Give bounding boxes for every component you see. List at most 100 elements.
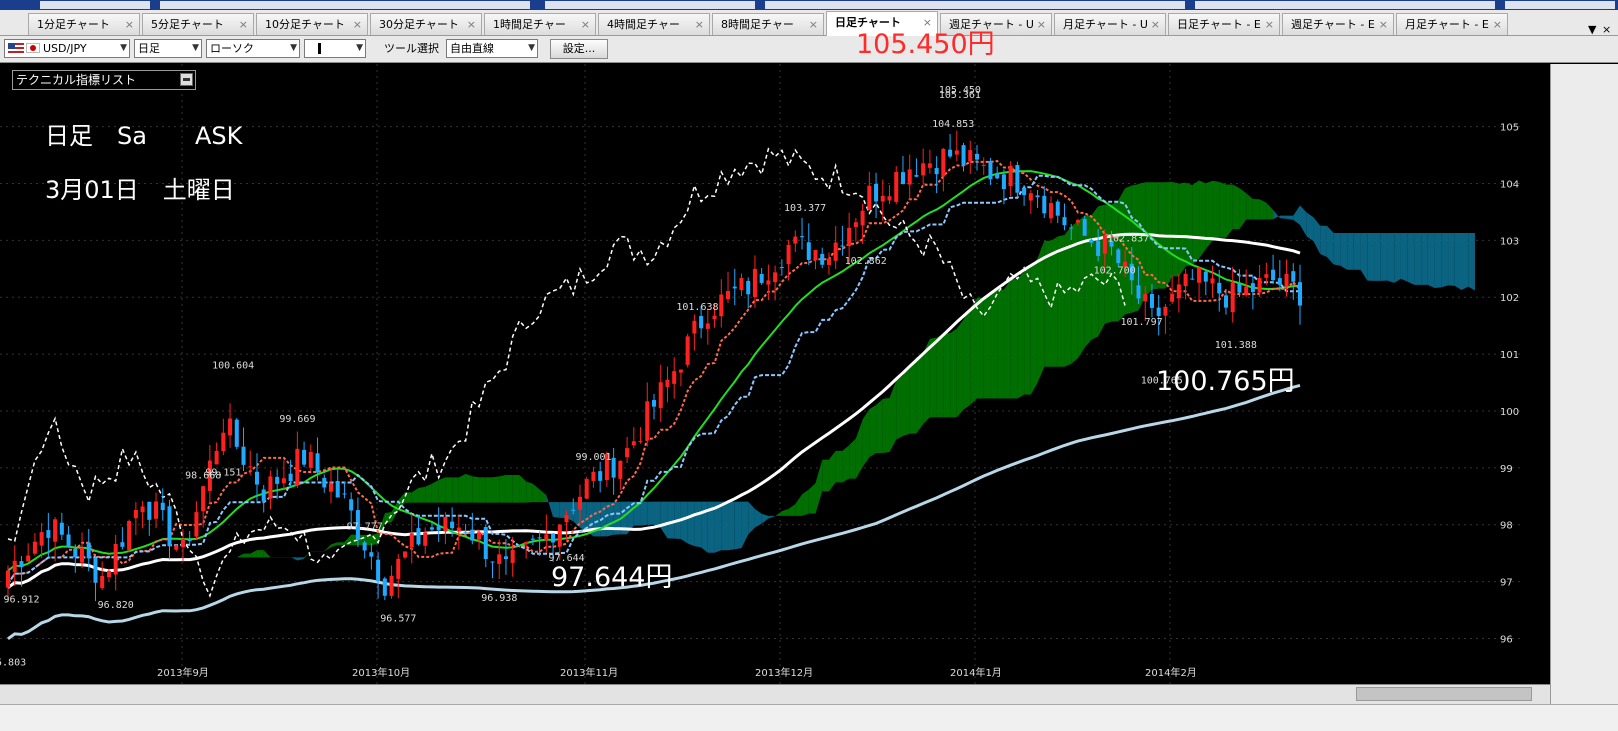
close-tab-icon[interactable]: × <box>1379 14 1388 35</box>
line-style-select[interactable]: ▼ <box>304 39 366 58</box>
tab-11[interactable]: 週足チャート - E × <box>1282 13 1394 35</box>
candle-body <box>1075 220 1080 223</box>
close-tab-icon[interactable]: × <box>695 14 704 35</box>
candle-body <box>281 478 286 484</box>
tab-9[interactable]: 月足チャート - U × <box>1054 13 1166 35</box>
ichimoku-cloud <box>990 289 998 399</box>
ichimoku-cloud <box>654 501 661 529</box>
tab-10[interactable]: 日足チャート - E × <box>1168 13 1280 35</box>
tab-2[interactable]: 10分足チャート × <box>256 13 368 35</box>
chart-area[interactable]: 96 97 98 99 100 101 102 103 104 105 2013年9月 2013年10… <box>0 64 1550 684</box>
close-tab-icon[interactable]: × <box>1037 14 1046 35</box>
tab-4[interactable]: 1時間足チャー × <box>484 13 596 35</box>
symbol-select[interactable]: USD/JPY ▼ <box>4 39 130 58</box>
y-tick-label: 97 <box>1500 578 1513 589</box>
candle-body <box>867 185 872 210</box>
chart-style-select[interactable]: ローソク ▼ <box>206 39 300 58</box>
candle-body <box>1096 240 1101 257</box>
price-annotation: 100.604 <box>212 361 254 372</box>
candle-body <box>1250 283 1255 293</box>
candle-body <box>880 195 885 202</box>
price-annotation: 102.837 <box>1107 234 1149 245</box>
ichimoku-cloud <box>1320 225 1327 258</box>
close-window-icon[interactable]: × <box>1602 23 1611 36</box>
ichimoku-cloud <box>1313 217 1321 254</box>
candle-body <box>362 542 367 551</box>
close-tab-icon[interactable]: × <box>467 14 476 35</box>
close-tab-icon[interactable]: × <box>581 14 590 35</box>
close-tab-icon[interactable]: × <box>125 14 134 35</box>
candle-body <box>598 471 603 481</box>
close-tab-icon[interactable]: × <box>1151 14 1160 35</box>
ichimoku-cloud <box>660 501 668 539</box>
jp-flag-icon <box>26 43 40 53</box>
price-chart[interactable]: 96 97 98 99 100 101 102 103 104 105 2013年9月 2013年10… <box>0 64 1550 684</box>
horizontal-scrollbar[interactable] <box>0 684 1550 704</box>
candle-body <box>719 294 724 317</box>
close-tab-icon[interactable]: × <box>1265 14 1274 35</box>
settings-button[interactable]: 設定... <box>550 39 608 59</box>
tab-menu-icon[interactable]: ▼ <box>1588 23 1596 36</box>
candle-body <box>53 519 58 542</box>
high-price-label: 105.450円 <box>856 29 995 60</box>
ichimoku-cloud <box>1400 233 1408 282</box>
minimize-icon[interactable] <box>180 73 193 86</box>
tab-6[interactable]: 8時間足チャー × <box>712 13 824 35</box>
tool-select[interactable]: 自由直線 ▼ <box>446 39 538 58</box>
ichimoku-cloud <box>1380 233 1388 281</box>
candle-body <box>759 273 764 283</box>
candle-body <box>1217 282 1222 294</box>
indicator-list-box[interactable]: テクニカル指標リスト <box>12 70 196 90</box>
candle-body <box>651 400 657 407</box>
candle-body <box>80 547 85 563</box>
candle-body <box>167 506 172 547</box>
candle-body <box>995 173 1000 179</box>
candle-body <box>1264 274 1269 278</box>
candle-body <box>793 236 798 244</box>
candle-body <box>1277 278 1282 285</box>
tab-label: 5分足チャート <box>151 18 224 31</box>
ichimoku-cloud <box>1279 215 1287 219</box>
chevron-down-icon: ▼ <box>192 43 199 53</box>
ichimoku-cloud <box>1441 233 1449 288</box>
candle-body <box>907 169 912 185</box>
tab-12[interactable]: 月足チャート - E × <box>1396 13 1508 35</box>
close-tab-icon[interactable]: × <box>809 14 818 35</box>
ichimoku-cloud <box>1212 180 1220 241</box>
candle-body <box>665 379 670 387</box>
ichimoku-cloud <box>425 483 432 503</box>
candle-body <box>847 227 852 247</box>
candle-body <box>1001 174 1006 190</box>
ichimoku-cloud <box>182 573 190 584</box>
candle-body <box>974 153 980 160</box>
ichimoku-cloud <box>1407 233 1415 285</box>
ichimoku-cloud <box>1326 225 1334 265</box>
ichimoku-cloud <box>1347 233 1354 270</box>
ichimoku-cloud <box>997 289 1004 399</box>
candle-body <box>712 315 717 320</box>
ichimoku-cloud <box>1104 204 1112 324</box>
tab-label: 4時間足チャー <box>607 18 680 31</box>
close-tab-icon[interactable]: × <box>353 14 362 35</box>
ichimoku-cloud <box>1266 202 1274 220</box>
candle-body <box>429 527 434 530</box>
candle-body <box>551 533 556 543</box>
ichimoku-cloud <box>196 572 204 574</box>
y-tick-label: 98 <box>1500 521 1513 532</box>
candle-body <box>954 150 959 155</box>
chart-tab-bar: ▼ × 1分足チャート × 5分足チャート × 10分足チャート × 30分足チャート × 1時… <box>0 10 1618 36</box>
price-annotation: 96.938 <box>481 593 517 604</box>
close-tab-icon[interactable]: × <box>239 14 248 35</box>
period-select[interactable]: 日足 ▼ <box>134 39 202 58</box>
tab-0[interactable]: 1分足チャート × <box>28 13 140 35</box>
candle-body <box>261 489 266 502</box>
candle-body <box>174 545 179 550</box>
candle-body <box>127 520 132 550</box>
close-tab-icon[interactable]: × <box>1493 14 1502 35</box>
tab-5[interactable]: 4時間足チャー × <box>598 13 710 35</box>
candle-body <box>1284 273 1289 287</box>
tab-1[interactable]: 5分足チャート × <box>142 13 254 35</box>
candle-body <box>544 534 549 540</box>
scrollbar-thumb[interactable] <box>1356 687 1532 701</box>
tab-3[interactable]: 30分足チャート × <box>370 13 482 35</box>
